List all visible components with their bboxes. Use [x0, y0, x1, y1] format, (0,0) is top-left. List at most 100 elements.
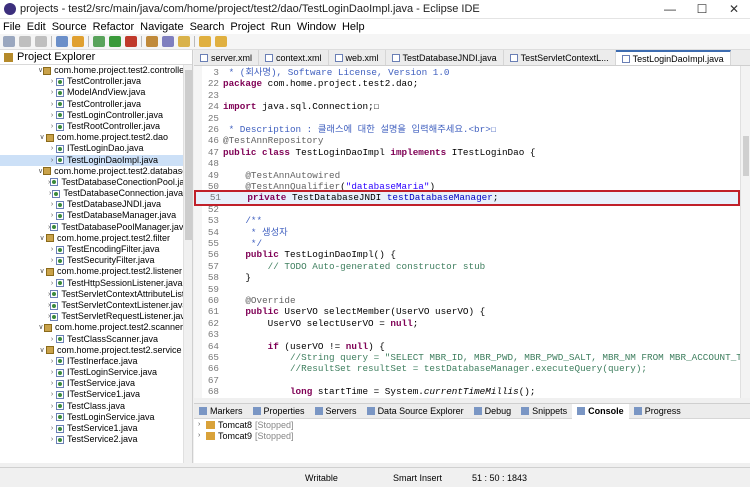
server-row[interactable]: › Tomcat8 [Stopped] — [194, 419, 750, 430]
collapsed-chevron-icon[interactable]: › — [48, 87, 56, 98]
bottom-tab-servers[interactable]: Servers — [310, 406, 362, 416]
editor-scroll-thumb[interactable] — [743, 136, 749, 176]
collapsed-chevron-icon[interactable]: › — [48, 244, 56, 255]
tree-file-item[interactable]: › TestServletRequestListener.java — [0, 311, 183, 322]
bottom-tab-markers[interactable]: Markers — [194, 406, 248, 416]
tree-file-item[interactable]: › TestRootController.java — [0, 121, 183, 132]
code-area[interactable]: 3 * (회사명), Software License, Version 1.0… — [194, 66, 740, 398]
code-line[interactable]: 49 @TestAnnAutowired — [194, 170, 740, 181]
menu-run[interactable]: Run — [271, 21, 291, 33]
code-line[interactable]: 48 — [194, 158, 740, 169]
explorer-scrollbar[interactable] — [183, 65, 192, 463]
collapsed-chevron-icon[interactable]: › — [48, 155, 56, 166]
expanded-chevron-icon[interactable]: ∨ — [38, 345, 46, 356]
highlighted-code-line[interactable]: 51 private TestDatabaseJNDI testDatabase… — [194, 190, 740, 206]
close-icon[interactable]: ✕ — [718, 0, 750, 19]
tree-file-item[interactable]: › TestClassScanner.java — [0, 334, 183, 345]
tree-file-item[interactable]: › TestLoginDaoImpl.java — [0, 154, 183, 166]
expanded-chevron-icon[interactable]: ∨ — [38, 233, 46, 244]
code-line[interactable]: 46 @TestAnnRepository — [194, 135, 740, 146]
tree-file-item[interactable]: › ITestService1.java — [0, 389, 183, 400]
tree-file-item[interactable]: › TestLoginService.java — [0, 412, 183, 423]
collapsed-chevron-icon[interactable]: › — [48, 210, 56, 221]
expanded-chevron-icon[interactable]: ∨ — [38, 132, 46, 143]
tree-file-item[interactable]: › ITestLoginService.java — [0, 367, 183, 378]
bottom-tab-console[interactable]: Console — [572, 403, 629, 419]
run-icon[interactable] — [109, 36, 121, 47]
tree-file-item[interactable]: › TestService1.java — [0, 423, 183, 434]
collapsed-chevron-icon[interactable]: › — [48, 356, 56, 367]
code-line[interactable]: 63 — [194, 329, 740, 340]
tree-package-item[interactable]: ∨ com.home.project.test2.service — [0, 345, 183, 356]
collapsed-chevron-icon[interactable]: › — [48, 255, 56, 266]
server-row[interactable]: › Tomcat9 [Stopped] — [194, 430, 750, 441]
collapsed-chevron-icon[interactable]: › — [48, 143, 56, 154]
tree-file-item[interactable]: › TestController.java — [0, 76, 183, 87]
code-line[interactable]: 64 if (userVO != null) { — [194, 341, 740, 352]
menu-window[interactable]: Window — [297, 21, 336, 33]
code-line[interactable]: 25 — [194, 113, 740, 124]
menu-help[interactable]: Help — [342, 21, 365, 33]
tree-file-item[interactable]: › TestService2.java — [0, 434, 183, 445]
code-line[interactable]: 62 UserVO selectUserVO = null; — [194, 318, 740, 329]
tree-package-item[interactable]: ∨ com.home.project.test2.controller — [0, 65, 183, 76]
collapsed-chevron-icon[interactable]: › — [48, 76, 56, 87]
search-icon[interactable] — [146, 36, 158, 47]
tree-file-item[interactable]: › ITestInerface.java — [0, 356, 183, 367]
code-line[interactable]: 3 * (회사명), Software License, Version 1.0 — [194, 67, 740, 78]
collapsed-chevron-icon[interactable]: › — [48, 401, 56, 412]
tree-file-item[interactable]: › TestDatabaseJNDI.java — [0, 199, 183, 210]
editor-tab[interactable]: web.xml — [329, 50, 386, 65]
tree-file-item[interactable]: › TestSecurityFilter.java — [0, 255, 183, 266]
tree-package-item[interactable]: ∨ com.home.project.test2.dao — [0, 132, 183, 143]
collapsed-chevron-icon[interactable]: › — [48, 278, 56, 289]
tree-file-item[interactable]: › TestDatabasePoolManager.java — [0, 222, 183, 233]
save-icon[interactable] — [19, 36, 31, 47]
task-icon[interactable] — [72, 36, 84, 47]
editor-tab[interactable]: TestDatabaseJNDI.java — [386, 50, 504, 65]
collapsed-chevron-icon[interactable]: › — [48, 110, 56, 121]
collapsed-chevron-icon[interactable]: › — [48, 199, 56, 210]
collapsed-chevron-icon[interactable]: › — [48, 412, 56, 423]
editor-scrollbar[interactable] — [740, 66, 750, 398]
collapsed-chevron-icon[interactable]: › — [48, 121, 56, 132]
code-line[interactable]: 53 /** — [194, 215, 740, 226]
menu-search[interactable]: Search — [190, 21, 225, 33]
code-line[interactable]: 55 */ — [194, 238, 740, 249]
collapsed-chevron-icon[interactable]: › — [198, 421, 206, 428]
code-line[interactable]: 61 public UserVO selectMember(UserVO use… — [194, 306, 740, 317]
menu-refactor[interactable]: Refactor — [93, 21, 135, 33]
expanded-chevron-icon[interactable]: ∨ — [38, 266, 46, 277]
code-line[interactable]: 57 // TODO Auto-generated constructor st… — [194, 261, 740, 272]
bottom-tab-snippets[interactable]: Snippets — [516, 406, 572, 416]
forward-icon[interactable] — [215, 36, 227, 47]
tree-file-item[interactable]: › TestDatabaseConnection.java — [0, 188, 183, 199]
code-line[interactable]: 22 package com.home.project.test2.dao; — [194, 78, 740, 89]
tree-file-item[interactable]: › TestController.java — [0, 99, 183, 110]
menu-project[interactable]: Project — [230, 21, 264, 33]
back-icon[interactable] — [199, 36, 211, 47]
menu-edit[interactable]: Edit — [27, 21, 46, 33]
collapsed-chevron-icon[interactable]: › — [48, 434, 56, 445]
code-line[interactable]: 24 import java.sql.Connection;☐ — [194, 101, 740, 112]
code-line[interactable]: 50 @TestAnnQualifier("databaseMaria") — [194, 181, 740, 192]
collapsed-chevron-icon[interactable]: › — [48, 99, 56, 110]
tree-package-item[interactable]: ∨ com.home.project.test2.scanner — [0, 322, 183, 333]
bottom-tab-properties[interactable]: Properties — [248, 406, 310, 416]
menu-file[interactable]: File — [3, 21, 21, 33]
annotation-icon[interactable] — [178, 36, 190, 47]
new-icon[interactable] — [3, 36, 15, 47]
save-all-icon[interactable] — [35, 36, 47, 47]
tree-file-item[interactable]: › ModelAndView.java — [0, 87, 183, 98]
tree-package-item[interactable]: ∨ com.home.project.test2.filter — [0, 233, 183, 244]
debug-icon[interactable] — [93, 36, 105, 47]
open-perspective-icon[interactable] — [162, 36, 174, 47]
tree-package-item[interactable]: ∨ com.home.project.test2.listener — [0, 266, 183, 277]
collapsed-chevron-icon[interactable]: › — [48, 367, 56, 378]
code-line[interactable]: 66 //ResultSet resultSet = testDatabaseM… — [194, 363, 740, 374]
minimize-icon[interactable]: — — [654, 0, 686, 19]
code-line[interactable]: 58 } — [194, 272, 740, 283]
bottom-tab-debug[interactable]: Debug — [469, 406, 517, 416]
editor-tab[interactable]: server.xml — [194, 50, 260, 65]
code-line[interactable]: 54 * 생성자 — [194, 227, 740, 238]
